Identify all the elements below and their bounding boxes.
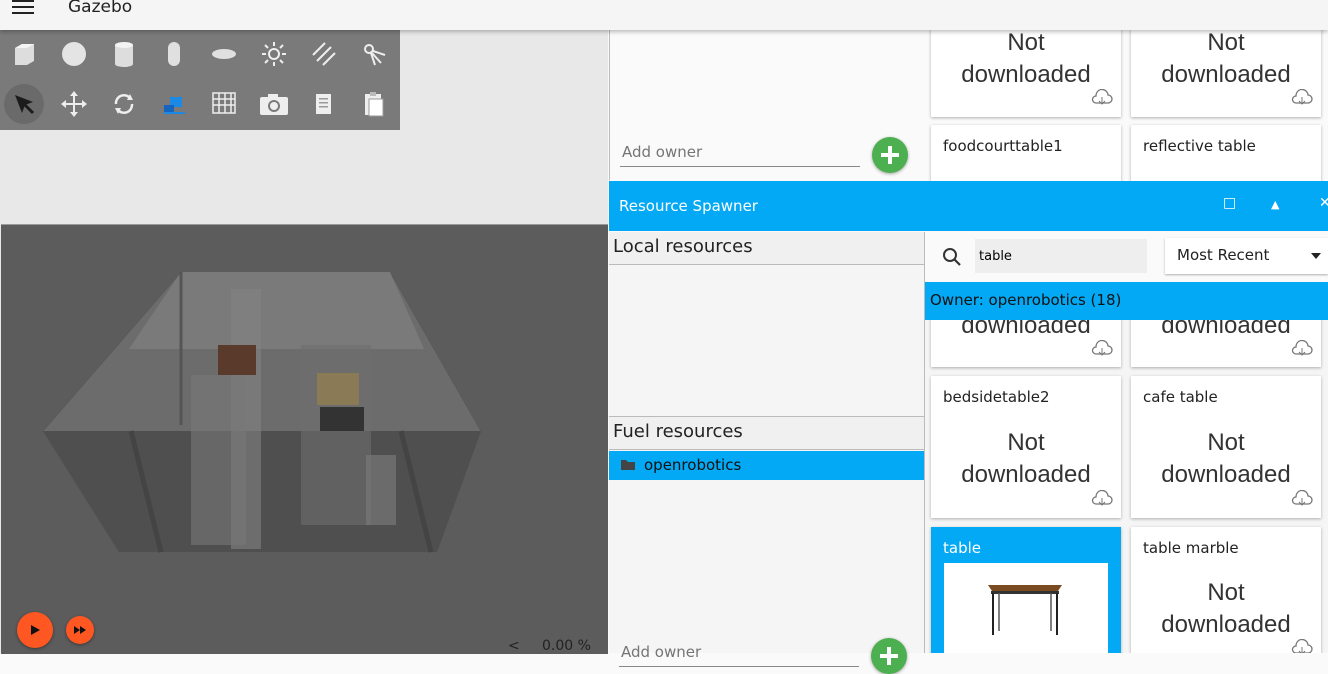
shape-toolbar — [0, 30, 400, 130]
folder-icon — [621, 460, 635, 470]
app-title: Gazebo — [68, 0, 133, 17]
model-thumbnail — [944, 563, 1108, 653]
sort-value: Most Recent — [1177, 246, 1270, 264]
card-title: foodcourttable1 — [943, 137, 1063, 155]
transform-icon[interactable] — [154, 84, 194, 124]
spot-light-icon[interactable] — [354, 34, 394, 74]
model-grid[interactable]: downloaded downloaded bedsidetable2 Not d… — [925, 320, 1328, 653]
card-status: Not downloaded — [1161, 429, 1291, 488]
fuel-resources-header[interactable]: Fuel resources — [609, 416, 924, 450]
card-title: cafe table — [1143, 388, 1218, 406]
title-bar: Gazebo — [0, 0, 1328, 30]
model-card[interactable]: downloaded — [931, 320, 1121, 367]
select-icon[interactable] — [4, 84, 44, 124]
card-status: Not downloaded — [961, 29, 1091, 88]
card-title: bedsidetable2 — [943, 388, 1050, 406]
owner-label: openrobotics — [644, 456, 742, 474]
box-icon[interactable] — [4, 34, 44, 74]
card-status: Not downloaded — [1161, 579, 1291, 638]
model-card[interactable]: Not downloaded — [1131, 25, 1321, 117]
cloud-download-icon[interactable] — [1291, 490, 1313, 506]
add-owner-button[interactable] — [872, 137, 908, 173]
model-card[interactable]: bedsidetable2 Not downloaded — [931, 376, 1121, 518]
camera-icon[interactable] — [254, 84, 294, 124]
step-button[interactable] — [66, 616, 94, 644]
room-model — [42, 271, 482, 553]
rotate-icon[interactable] — [104, 84, 144, 124]
resource-spawner-header[interactable]: Resource Spawner □ ▲ ✕ — [609, 181, 1328, 231]
owner-panel-top — [609, 30, 926, 180]
card-status: downloaded — [961, 320, 1091, 339]
hamburger-menu-icon[interactable] — [12, 0, 34, 16]
card-status: Not downloaded — [961, 429, 1091, 488]
chevron-down-icon — [1311, 253, 1321, 259]
scene-viewport[interactable] — [1, 224, 608, 654]
play-button[interactable] — [17, 612, 53, 648]
model-card-selected[interactable]: table — [931, 527, 1121, 653]
play-icon — [31, 625, 40, 635]
card-status: Not downloaded — [1161, 29, 1291, 88]
card-title: table marble — [1143, 539, 1239, 557]
plus-icon — [880, 647, 898, 665]
cloud-download-icon[interactable] — [1291, 639, 1313, 653]
card-title: reflective table — [1143, 137, 1256, 155]
table-thumbnail-image — [988, 585, 1062, 635]
panel-title: Resource Spawner — [619, 197, 758, 215]
copy-icon[interactable] — [304, 84, 344, 124]
owner-list-item[interactable]: openrobotics — [609, 451, 924, 480]
search-bar: Most Recent — [925, 232, 1328, 282]
translate-icon[interactable] — [54, 84, 94, 124]
cloud-download-icon[interactable] — [1091, 89, 1113, 105]
owner-banner: Owner: openrobotics (18) — [925, 282, 1328, 320]
cloud-download-icon[interactable] — [1091, 490, 1113, 506]
model-card[interactable]: reflective table — [1131, 125, 1321, 185]
sphere-icon[interactable] — [54, 34, 94, 74]
fast-forward-icon — [74, 626, 86, 634]
model-card[interactable]: foodcourttable1 — [931, 125, 1121, 185]
collapse-icon[interactable]: ▲ — [1271, 198, 1279, 211]
model-card[interactable]: Not downloaded — [931, 25, 1121, 117]
add-owner-field[interactable] — [620, 138, 860, 167]
close-icon[interactable]: ✕ — [1319, 195, 1328, 211]
stats-toggle-arrow[interactable]: < — [508, 638, 520, 654]
cloud-download-icon[interactable] — [1091, 340, 1113, 356]
local-resources-header[interactable]: Local resources — [609, 232, 924, 265]
model-card[interactable]: cafe table Not downloaded — [1131, 376, 1321, 518]
grid-icon[interactable] — [204, 84, 244, 124]
paste-icon[interactable] — [354, 84, 394, 124]
maximize-icon[interactable]: □ — [1223, 195, 1236, 211]
search-input[interactable] — [975, 239, 1147, 273]
card-title: table — [943, 539, 981, 557]
card-status: downloaded — [1161, 320, 1291, 339]
directional-light-icon[interactable] — [304, 34, 344, 74]
add-owner-button[interactable] — [871, 638, 907, 674]
search-icon — [943, 248, 961, 266]
real-time-factor: 0.00 % — [542, 638, 591, 654]
cloud-download-icon[interactable] — [1291, 89, 1313, 105]
capsule-icon[interactable] — [154, 34, 194, 74]
sort-dropdown[interactable]: Most Recent — [1165, 238, 1328, 274]
sun-light-icon[interactable] — [254, 34, 294, 74]
cloud-download-icon[interactable] — [1291, 340, 1313, 356]
model-card[interactable]: table marble Not downloaded — [1131, 527, 1321, 653]
cylinder-icon[interactable] — [104, 34, 144, 74]
model-card[interactable]: downloaded — [1131, 320, 1321, 367]
resource-tree-panel: Local resources Fuel resources openrobot… — [609, 232, 925, 674]
ellipsoid-icon[interactable] — [204, 34, 244, 74]
plus-icon — [881, 146, 899, 164]
